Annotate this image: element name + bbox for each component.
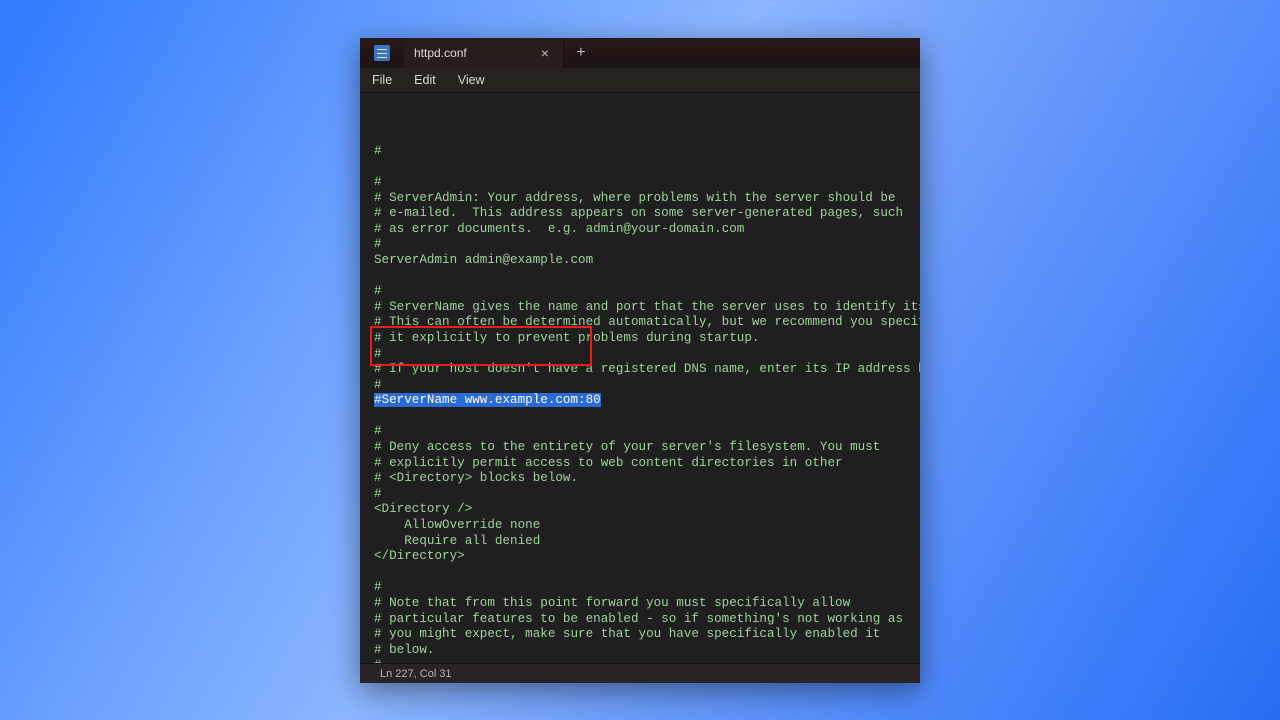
code-line: ServerAdmin admin@example.com <box>374 253 920 269</box>
code-line: # <box>374 487 920 503</box>
menubar: File Edit View <box>360 68 920 93</box>
code-line: # This can often be determined automatic… <box>374 315 920 331</box>
code-line: # <box>374 284 920 300</box>
code-line: # <Directory> blocks below. <box>374 471 920 487</box>
code-line: <Directory /> <box>374 502 920 518</box>
menu-view[interactable]: View <box>456 71 487 89</box>
code-line <box>374 565 920 581</box>
menu-file[interactable]: File <box>370 71 394 89</box>
code-line <box>374 159 920 175</box>
code-line: # <box>374 580 920 596</box>
code-line: # <box>374 347 920 363</box>
code-line: # it explicitly to prevent problems duri… <box>374 331 920 347</box>
tab-httpd-conf[interactable]: httpd.conf × <box>404 38 564 68</box>
new-tab-button[interactable]: + <box>564 38 598 68</box>
editor-window: httpd.conf × + File Edit View ### Server… <box>360 38 920 683</box>
code-line <box>374 269 920 285</box>
code-line: # particular features to be enabled - so… <box>374 612 920 628</box>
code-line: # <box>374 144 920 160</box>
code-line: # e-mailed. This address appears on some… <box>374 206 920 222</box>
titlebar: httpd.conf × + <box>360 38 920 68</box>
code-line: AllowOverride none <box>374 518 920 534</box>
desktop-background: httpd.conf × + File Edit View ### Server… <box>0 0 1280 720</box>
statusbar: Ln 227, Col 31 <box>360 663 920 683</box>
code-line: # <box>374 175 920 191</box>
code-line: # ServerName gives the name and port tha… <box>374 300 920 316</box>
code-line: # you might expect, make sure that you h… <box>374 627 920 643</box>
code-line: # <box>374 237 920 253</box>
code-line: # below. <box>374 643 920 659</box>
code-line: # If your host doesn't have a registered… <box>374 362 920 378</box>
code-line: # Note that from this point forward you … <box>374 596 920 612</box>
code-line: Require all denied <box>374 534 920 550</box>
document-icon <box>374 45 390 61</box>
menu-edit[interactable]: Edit <box>412 71 438 89</box>
code-line: </Directory> <box>374 549 920 565</box>
code-line: # <box>374 658 920 663</box>
code-line: # as error documents. e.g. admin@your-do… <box>374 222 920 238</box>
code-line: # ServerAdmin: Your address, where probl… <box>374 191 920 207</box>
tab-label: httpd.conf <box>414 46 467 60</box>
code-line: #ServerName www.example.com:80 <box>374 393 920 409</box>
code-line <box>374 409 920 425</box>
code-line: # Deny access to the entirety of your se… <box>374 440 920 456</box>
code-line: # <box>374 378 920 394</box>
close-icon[interactable]: × <box>537 44 553 62</box>
code-line: # explicitly permit access to web conten… <box>374 456 920 472</box>
cursor-position: Ln 227, Col 31 <box>380 668 452 680</box>
code-line: # <box>374 424 920 440</box>
text-editor-content[interactable]: ### ServerAdmin: Your address, where pro… <box>360 93 920 663</box>
